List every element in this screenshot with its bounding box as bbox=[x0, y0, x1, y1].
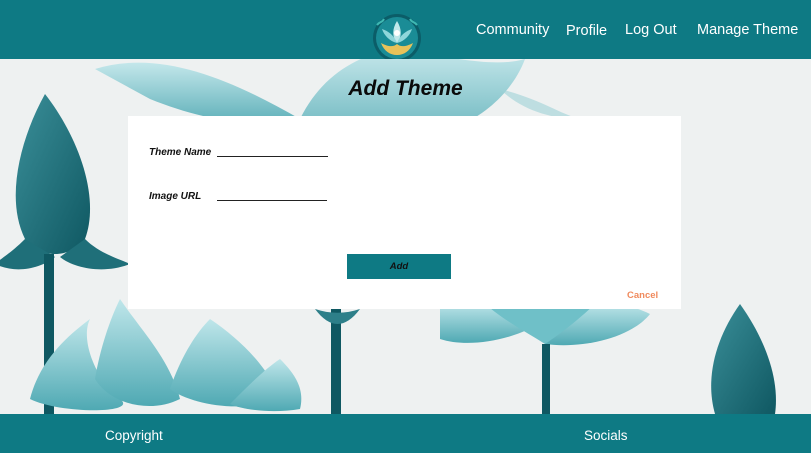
nav-logout-link[interactable]: Log Out bbox=[625, 22, 677, 38]
top-nav-bar: Community Profile Log Out Manage Theme bbox=[0, 0, 811, 62]
cancel-link[interactable]: Cancel bbox=[627, 290, 658, 301]
image-url-input[interactable] bbox=[217, 188, 327, 201]
lotus-logo-icon[interactable] bbox=[372, 13, 422, 63]
footer-bar: Copyright Socials bbox=[0, 414, 811, 453]
footer-copyright: Copyright bbox=[105, 428, 163, 443]
nav-community-link[interactable]: Community bbox=[476, 22, 549, 38]
add-button[interactable]: Add bbox=[347, 254, 451, 279]
theme-name-input[interactable] bbox=[217, 144, 328, 157]
theme-name-label: Theme Name bbox=[149, 147, 212, 158]
footer-socials[interactable]: Socials bbox=[584, 428, 628, 443]
image-url-label: Image URL bbox=[149, 191, 202, 202]
nav-profile-link[interactable]: Profile bbox=[566, 23, 607, 39]
add-theme-form-card: Theme Name Image URL Add Cancel bbox=[128, 116, 681, 309]
page-title: Add Theme bbox=[348, 77, 463, 100]
nav-manage-theme-link[interactable]: Manage Theme bbox=[697, 22, 798, 38]
